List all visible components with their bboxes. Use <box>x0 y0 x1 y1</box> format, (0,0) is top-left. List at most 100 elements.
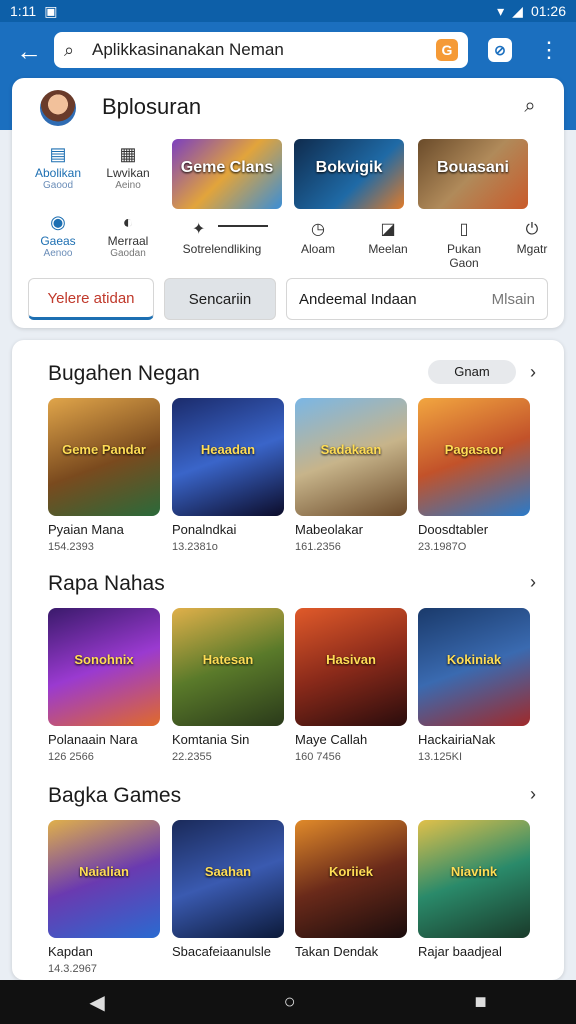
app-size: 13.2381o <box>172 541 218 553</box>
search-bar[interactable]: ⌕ G <box>54 32 468 68</box>
nav-item-label: Gaeas <box>40 234 76 248</box>
avatar[interactable] <box>40 90 76 126</box>
app-name: Mabeolakar <box>295 522 363 537</box>
app-tile[interactable]: Geme Pandar Pyaian Mana 154.2393 <box>48 398 160 553</box>
app-name: Doosdtabler <box>418 522 489 537</box>
app-cover: Pagasaor <box>418 398 530 516</box>
category-item[interactable]: ⏻ Mgatr <box>502 218 562 256</box>
tab-group: Andeemal Indaan Mlsain <box>286 278 548 320</box>
app-name: Komtania Sin <box>172 732 250 747</box>
app-sections: Bugahen Negan Gnam › Geme Pandar Pyaian … <box>12 340 564 980</box>
home-nav-icon[interactable]: ○ <box>284 991 296 1014</box>
app-size: 23.1987O <box>418 541 467 553</box>
tab-recommended[interactable]: Yelere atidan <box>28 278 154 320</box>
category-item[interactable]: ✦ Sotrelendliking <box>172 218 272 256</box>
app-cover: Heaadan <box>172 398 284 516</box>
nav-item-games[interactable]: ◉ Gaeas Aenoo <box>28 210 88 259</box>
app-size: 126 2566 <box>48 751 94 763</box>
app-tile[interactable]: Saahan Sbacafeiaanulsle <box>172 820 284 959</box>
app-size: 14.3.2967 <box>48 963 97 975</box>
banner-3[interactable]: Bouasani <box>418 139 528 209</box>
nav-item-label: Merraal <box>107 234 149 248</box>
search-input[interactable] <box>90 39 436 61</box>
status-bar: 1:11 ▣ ▾ ◢ 01:26 <box>0 0 576 22</box>
slider-track[interactable] <box>218 225 268 227</box>
nav-item-more[interactable]: ◐ Merraal Gaodan <box>98 210 158 259</box>
wifi-icon: ▾ <box>497 2 505 19</box>
edit-icon: ◪ <box>380 221 396 238</box>
back-nav-icon[interactable]: ◀ <box>89 990 104 1015</box>
app-cover-title: Pagasaor <box>444 442 504 457</box>
chevron-right-icon[interactable]: › <box>530 572 536 593</box>
explore-card: Bplosuran ⌕ ▤ Abolikan Gaood ▦ Lwvikan A… <box>12 78 564 328</box>
app-tile[interactable]: Pagasaor Doosdtabler 23.1987O <box>418 398 530 553</box>
notification-icon: ▣ <box>44 2 58 19</box>
app-cover-title: Geme Pandar <box>62 442 146 457</box>
nav-item-sub: Gaodan <box>110 248 146 259</box>
more-options-icon[interactable]: ⋮ <box>538 36 560 64</box>
section-pill-button[interactable]: Gnam <box>428 360 516 384</box>
page-title: Bplosuran <box>102 94 202 119</box>
app-name: Takan Dendak <box>295 944 379 959</box>
app-cover: Hasivan <box>295 608 407 726</box>
gauge-icon: ◐ <box>122 212 134 232</box>
app-logo-icon[interactable]: G <box>436 39 458 61</box>
category-sub: Gaon <box>449 256 479 270</box>
app-name: Sbacafeiaanulsle <box>172 944 272 959</box>
app-size: 13.125KI <box>418 751 463 763</box>
device-icon: ▯ <box>459 221 469 238</box>
app-cover: Hatesan <box>172 608 284 726</box>
status-clock: 01:26 <box>530 3 566 19</box>
app-tile[interactable]: Naialian Kapdan 14.3.2967 <box>48 820 160 975</box>
tab-search[interactable]: Sencariin <box>164 278 276 320</box>
tab-misc[interactable]: Mlsain <box>492 291 535 308</box>
app-tile[interactable]: Heaadan Ponalndkai 13.2381o <box>172 398 284 553</box>
app-size: 154.2393 <box>48 541 94 553</box>
section-title: Rapa Nahas <box>48 572 165 595</box>
app-cover: Sadakaan <box>295 398 407 516</box>
app-tile[interactable]: Koriiek Takan Dendak <box>295 820 407 959</box>
clock-icon: ◷ <box>311 221 325 238</box>
chevron-right-icon[interactable]: › <box>530 362 536 383</box>
app-cover: Naialian <box>48 820 160 938</box>
toolbar-app-icon[interactable]: ⊘ <box>488 38 512 62</box>
app-tile[interactable]: Hasivan Maye Callah 160 7456 <box>295 608 407 763</box>
section-title: Bagka Games <box>48 784 182 807</box>
category-label: Meelan <box>368 242 408 256</box>
banner-2[interactable]: Bokvigik <box>294 139 404 209</box>
search-icon[interactable]: ⌕ <box>514 90 546 122</box>
app-tile[interactable]: Kokiniak HackairiaNak 13.125KI <box>418 608 530 763</box>
app-name: Ponalndkai <box>172 522 237 537</box>
app-cover-title: Naialian <box>79 864 129 879</box>
app-tile[interactable]: Niavink Rajar baadjeal <box>418 820 530 959</box>
app-tile[interactable]: Sadakaan Mabeolakar 161.2356 <box>295 398 407 553</box>
pin-icon: ✦ <box>192 221 206 238</box>
category-item[interactable]: ◷ Aloam <box>288 218 348 256</box>
app-cover: Sonohnix <box>48 608 160 726</box>
app-tile[interactable]: Hatesan Komtania Sin 22.2355 <box>172 608 284 763</box>
app-cover: Saahan <box>172 820 284 938</box>
chevron-right-icon[interactable]: › <box>530 784 536 805</box>
banner-1[interactable]: Geme Clans <box>172 139 282 209</box>
back-arrow-icon[interactable]: ← <box>14 36 44 66</box>
recents-nav-icon[interactable]: ■ <box>474 991 486 1014</box>
app-cover-title: Niavink <box>450 864 498 879</box>
app-name: HackairiaNak <box>418 732 496 747</box>
nav-item-label: Lwvikan <box>106 166 150 180</box>
app-cover-title: Heaadan <box>200 442 256 457</box>
nav-item-live[interactable]: ▦ Lwvikan Aeino <box>98 142 158 191</box>
category-item[interactable]: ◪ Meelan <box>358 218 418 256</box>
app-size: 161.2356 <box>295 541 341 553</box>
power-icon: ⏻ <box>525 221 539 238</box>
app-tile[interactable]: Sonohnix Polanaain Nara 126 2566 <box>48 608 160 763</box>
app-cover-title: Sadakaan <box>320 442 382 457</box>
system-nav-bar: ◀ ○ ■ <box>0 980 576 1024</box>
category-item[interactable]: ▯ Pukan Gaon <box>434 218 494 270</box>
app-cover: Niavink <box>418 820 530 938</box>
app-cover: Geme Pandar <box>48 398 160 516</box>
app-cover-title: Sonohnix <box>74 652 134 667</box>
tab-installed[interactable]: Andeemal Indaan <box>299 291 417 308</box>
section-title: Bugahen Negan <box>48 362 200 385</box>
search-icon: ⌕ <box>64 40 75 60</box>
nav-item-applications[interactable]: ▤ Abolikan Gaood <box>28 142 88 191</box>
